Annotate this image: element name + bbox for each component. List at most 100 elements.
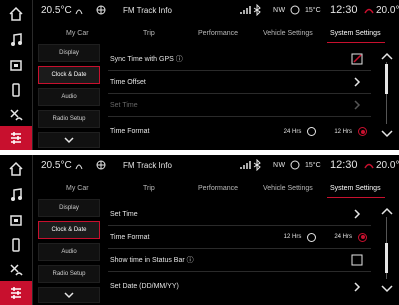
bluetooth-icon — [253, 159, 261, 171]
chevron-down-icon — [64, 137, 74, 144]
checkbox-icon — [351, 254, 363, 266]
climate-icon[interactable] — [0, 258, 32, 282]
clock: 12:30 — [330, 159, 358, 171]
apps-icon[interactable] — [0, 53, 32, 77]
submenu-audio[interactable]: Audio — [38, 243, 100, 261]
submenu-more-button[interactable] — [38, 287, 100, 303]
home-icon[interactable] — [0, 2, 32, 26]
time-format-options: 24 Hrs 12 Hrs — [284, 127, 367, 136]
radio-label-12h: 12 Hrs — [283, 234, 302, 240]
scrollbar[interactable] — [380, 199, 394, 303]
cabin-temperature: 20.0°C — [376, 159, 399, 171]
row-sync-time-gps[interactable]: Sync Time with GPS ⓘ — [108, 48, 371, 71]
scroll-thumb[interactable] — [385, 64, 388, 94]
music-icon[interactable] — [0, 28, 32, 52]
row-show-time-status-bar[interactable]: Show time in Status Bar ⓘ — [108, 249, 371, 272]
settings-screen-bottom: 20.5°C FM Track Info NW 15°C 12:30 20.0°… — [0, 155, 399, 305]
row-label: Set Time — [110, 101, 138, 109]
seat-heat-icon — [75, 164, 83, 170]
scroll-thumb[interactable] — [385, 243, 388, 273]
clock: 12:30 — [330, 4, 358, 16]
submenu-clock-date[interactable]: Clock & Date — [38, 66, 100, 84]
media-source: FM Track Info — [123, 5, 172, 15]
chevron-right-icon — [351, 99, 363, 111]
status-bar: 20.5°C FM Track Info NW 15°C 12:30 20.0°… — [33, 0, 399, 20]
phone-icon[interactable] — [0, 233, 32, 257]
steering-heat-icon — [364, 8, 374, 14]
radio-label-24h: 24 Hrs — [334, 234, 352, 240]
music-icon[interactable] — [0, 183, 32, 207]
checkbox-checked[interactable] — [351, 53, 363, 65]
submenu-clock-date[interactable]: Clock & Date — [38, 221, 100, 239]
active-tab-underline — [327, 197, 385, 198]
submenu-radio-setup[interactable]: Radio Setup — [38, 265, 100, 283]
row-label: Set Date (DD/MM/YY) — [110, 283, 179, 290]
settings-tabs: My Car Trip Performance Vehicle Settings… — [33, 28, 399, 43]
settings-icon[interactable] — [0, 126, 32, 150]
radio-24h[interactable] — [307, 127, 317, 136]
submenu-display[interactable]: Display — [38, 44, 100, 62]
outside-temperature: 20.5°C — [41, 159, 72, 171]
chevron-right-icon — [351, 281, 363, 293]
tab-performance[interactable]: Performance — [198, 30, 238, 37]
bluetooth-icon — [253, 4, 261, 16]
time-format-options: 12 Hrs 24 Hrs — [283, 232, 367, 242]
chevron-down-icon — [64, 292, 74, 299]
settings-screen-top: 20.5°C FM Track Info NW 15°C 12:30 20.0°… — [0, 0, 399, 150]
row-set-time: Set Time — [108, 94, 371, 117]
fan-icon — [96, 5, 106, 15]
submenu-radio-setup[interactable]: Radio Setup — [38, 110, 100, 128]
climate-icon[interactable] — [0, 103, 32, 127]
radio-12h[interactable] — [358, 127, 367, 136]
chevron-down-icon[interactable] — [380, 283, 394, 293]
tab-system-settings[interactable]: System Settings — [330, 185, 381, 192]
row-set-time[interactable]: Set Time — [108, 203, 371, 226]
tab-system-settings[interactable]: System Settings — [330, 30, 381, 37]
apps-icon[interactable] — [0, 208, 32, 232]
chevron-up-icon[interactable] — [380, 207, 394, 217]
compass-direction: NW — [273, 6, 286, 14]
submenu-audio[interactable]: Audio — [38, 88, 100, 106]
left-rail — [0, 155, 33, 305]
cabin-temperature: 20.0°C — [376, 4, 399, 16]
tab-my-car[interactable]: My Car — [66, 185, 89, 192]
media-source: FM Track Info — [123, 160, 172, 170]
home-icon[interactable] — [0, 157, 32, 181]
row-time-format: Time Format 24 Hrs 12 Hrs — [108, 120, 371, 143]
checkbox-unchecked[interactable] — [351, 254, 363, 266]
scrollbar[interactable] — [380, 44, 394, 148]
settings-icon[interactable] — [0, 281, 32, 305]
chevron-down-icon[interactable] — [380, 128, 394, 138]
tab-trip[interactable]: Trip — [143, 185, 155, 192]
tab-vehicle-settings[interactable]: Vehicle Settings — [263, 30, 313, 37]
tab-vehicle-settings[interactable]: Vehicle Settings — [263, 185, 313, 192]
tab-my-car[interactable]: My Car — [66, 30, 89, 37]
row-label: Time Format — [110, 128, 150, 135]
outside-temperature: 20.5°C — [41, 4, 72, 16]
sync-icon — [290, 160, 300, 170]
radio-label-12h: 12 Hrs — [334, 128, 352, 135]
signal-icon — [240, 161, 251, 169]
phone-icon[interactable] — [0, 78, 32, 102]
submenu-display[interactable]: Display — [38, 199, 100, 217]
chevron-right-icon — [351, 208, 363, 220]
row-label: Time Format — [110, 233, 150, 241]
seat-heat-icon — [75, 9, 83, 15]
indicator-temperature: 15°C — [305, 6, 321, 14]
sync-icon — [290, 5, 300, 15]
row-set-date[interactable]: Set Date (DD/MM/YY) — [108, 275, 371, 298]
submenu-more-button[interactable] — [38, 132, 100, 148]
radio-24h[interactable] — [358, 232, 367, 242]
chevron-right-icon — [351, 76, 363, 88]
status-bar: 20.5°C FM Track Info NW 15°C 12:30 20.0°… — [33, 155, 399, 175]
row-label: Show time in Status Bar ⓘ — [110, 257, 194, 264]
chevron-up-icon[interactable] — [380, 52, 394, 62]
tab-trip[interactable]: Trip — [143, 30, 155, 37]
radio-12h[interactable] — [307, 232, 317, 242]
row-label: Sync Time with GPS ⓘ — [110, 56, 183, 63]
row-time-offset[interactable]: Time Offset — [108, 71, 371, 94]
radio-label-24h: 24 Hrs — [283, 128, 302, 135]
indicator-temperature: 15°C — [305, 161, 321, 169]
checkmark-icon — [351, 53, 363, 65]
tab-performance[interactable]: Performance — [198, 185, 238, 192]
